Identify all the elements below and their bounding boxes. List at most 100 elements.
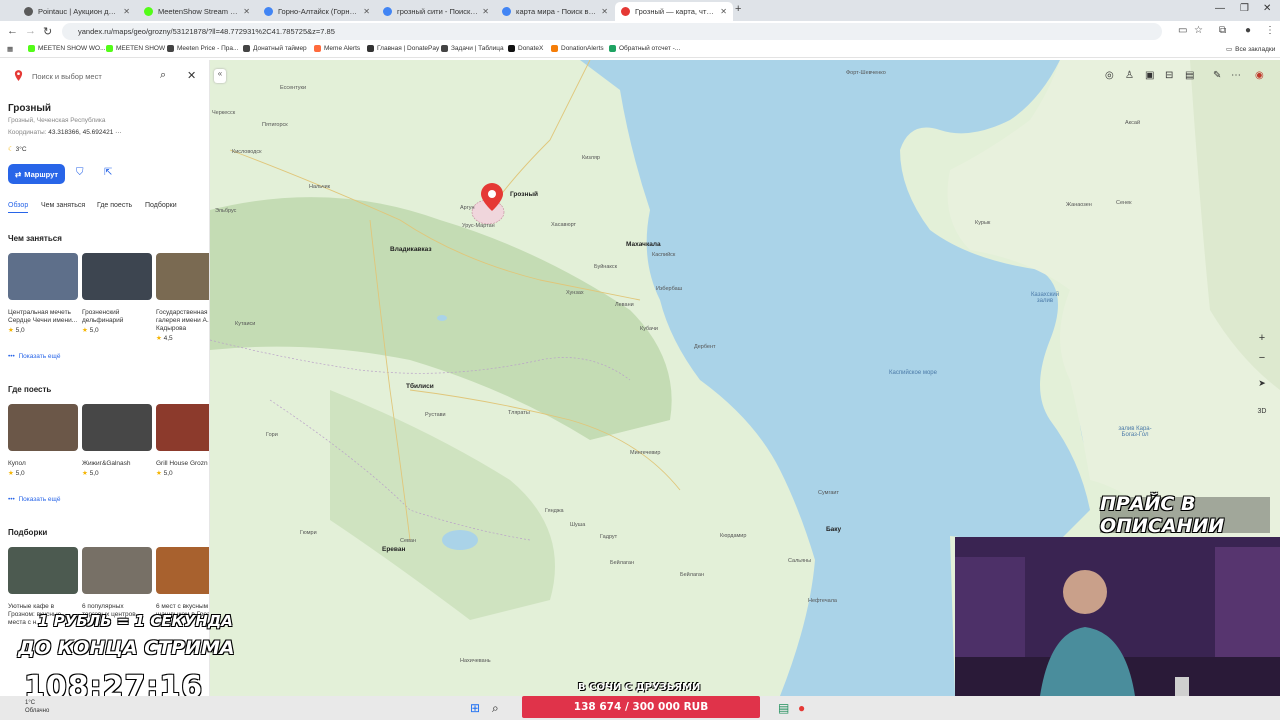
zoom-out-button[interactable]: − <box>1255 352 1269 366</box>
map-label: Левани <box>615 302 634 308</box>
place-card[interactable]: Grill House Grozn ★ 5,0 <box>156 404 209 477</box>
tab-food[interactable]: Где поесть <box>97 202 132 209</box>
bookmark-label: DonateX <box>518 45 544 52</box>
collection-card[interactable]: 6 мест с вкусным шашлыком в Грозном <box>156 547 209 619</box>
show-more-label: Показать ещё <box>18 496 61 503</box>
windows-start-icon[interactable]: ⊞ <box>470 701 480 715</box>
bookmark-item[interactable]: DonationAlerts <box>551 45 604 52</box>
bookmark-item[interactable]: Meeten Price - Пра... <box>167 45 238 52</box>
browser-tab-active[interactable]: Грозный — карта, что посмот✕ <box>615 2 733 21</box>
app-icon[interactable]: ● <box>798 701 805 715</box>
close-icon[interactable]: ✕ <box>187 69 196 82</box>
transport-icon[interactable]: ⊟ <box>1165 70 1173 81</box>
place-card[interactable]: Жижиг&Galnash ★ 5,0 <box>82 404 152 477</box>
url-field[interactable]: yandex.ru/maps/geo/grozny/53121878/?ll=4… <box>62 23 1162 40</box>
bookmark-label: Meeten Price - Пра... <box>177 45 239 52</box>
extensions-icon[interactable]: ⧉ <box>1219 25 1226 36</box>
tab-collections[interactable]: Подборки <box>145 202 177 209</box>
back-icon[interactable]: ← <box>7 25 18 37</box>
route-button[interactable]: ⇄ Маршрут <box>8 164 65 184</box>
traffic-icon[interactable]: ♙ <box>1125 70 1134 81</box>
search-box[interactable]: Поиск и выбор мест ⌕ ✕ <box>8 66 202 86</box>
bookmark-item[interactable]: Главная | DonatePay <box>367 45 439 52</box>
search-icon[interactable]: ⌕ <box>160 69 166 82</box>
more-menu-icon[interactable]: ⋯ <box>1231 70 1241 81</box>
panorama-icon[interactable]: ▤ <box>1185 70 1194 81</box>
layers-icon[interactable]: ◎ <box>1105 70 1114 81</box>
search-input[interactable]: Поиск и выбор мест <box>32 72 102 81</box>
tab-overview[interactable]: Обзор <box>8 202 29 213</box>
bookmark-item[interactable]: Meme Alerts <box>314 45 360 52</box>
map-label: Гадрут <box>600 534 618 540</box>
close-icon[interactable]: ✕ <box>243 7 250 16</box>
map-label: Сальяны <box>788 558 812 564</box>
bookmark-item[interactable]: Обратный отсчет -... <box>609 45 680 52</box>
bookmark-item[interactable]: Донатный таймер <box>243 45 307 52</box>
minimize-icon[interactable]: — <box>1215 3 1225 14</box>
bookmark-item[interactable]: Задачи | Таблица <box>441 45 504 52</box>
weather-row: ☾ 3°C <box>8 145 27 153</box>
more-dots-icon[interactable]: ··· <box>115 129 122 136</box>
close-window-icon[interactable]: ✕ <box>1263 3 1271 14</box>
cast-icon[interactable]: ▭ <box>1178 25 1187 36</box>
city-label: Махачкала <box>626 241 661 248</box>
browser-tab[interactable]: MeetenShow Stream - Watch I ✕ <box>138 2 256 21</box>
bookmark-favicon <box>167 45 174 52</box>
bookmark-item[interactable]: MEETEN SHOW <box>106 45 165 52</box>
show-more-link[interactable]: ••• Показать ещё <box>8 496 60 503</box>
share-icon[interactable]: ⇱ <box>104 167 112 178</box>
locate-me-icon[interactable]: ➤ <box>1255 378 1269 392</box>
place-card[interactable]: Грозненский дельфинарий ★ 5,0 <box>82 253 152 334</box>
3d-button[interactable]: 3D <box>1255 408 1269 422</box>
stream-caption: В СОЧИ С ДРУЗЬЯМИ <box>578 682 701 693</box>
place-card[interactable]: Купол ★ 5,0 <box>8 404 78 477</box>
bookmark-item[interactable]: MEETEN SHOW WO... <box>28 45 106 52</box>
tab-title: Горно-Алтайск (Горный Алтай <box>278 7 360 16</box>
bookmark-favicon <box>28 45 35 52</box>
maximize-icon[interactable]: ❐ <box>1240 3 1249 14</box>
bookmark-label: Донатный таймер <box>253 45 307 52</box>
show-more-link[interactable]: ••• Показать ещё <box>8 353 60 360</box>
ruler-icon[interactable]: ✎ <box>1213 70 1221 81</box>
zoom-in-button[interactable]: + <box>1255 332 1269 346</box>
close-icon[interactable]: ✕ <box>482 7 489 16</box>
profile-avatar[interactable]: ● <box>1245 25 1251 36</box>
browser-tab[interactable]: карта мира - Поиск в Google ✕ <box>496 2 614 21</box>
coords-value[interactable]: 43.318366, 45.692421 <box>48 129 113 136</box>
browser-tab[interactable]: Pointauc | Аукцион для стрим ✕ <box>18 2 136 21</box>
close-icon[interactable]: ✕ <box>123 7 130 16</box>
menu-dots-icon[interactable]: ⋮ <box>1265 25 1275 36</box>
close-icon[interactable]: ✕ <box>601 7 608 16</box>
close-icon[interactable]: ✕ <box>720 7 727 16</box>
bookmark-favicon <box>367 45 374 52</box>
camera-icon[interactable]: ▣ <box>1145 70 1154 81</box>
user-avatar[interactable]: ◉ <box>1255 70 1264 81</box>
apps-grid-icon[interactable]: ▦ <box>7 45 13 53</box>
star-icon: ★ <box>156 335 162 342</box>
all-bookmarks[interactable]: ▭ Все закладки <box>1226 45 1275 54</box>
browser-tab[interactable]: Горно-Алтайск (Горный Алтай✕ <box>258 2 376 21</box>
new-tab-button[interactable]: + <box>735 3 741 15</box>
forward-icon[interactable]: → <box>25 25 36 37</box>
bookmark-item[interactable]: DonateX <box>508 45 543 52</box>
place-name: Грозненский дельфинарий <box>82 309 124 324</box>
rating-value: 5,0 <box>163 470 173 477</box>
collection-card[interactable]: 6 популярных торговых центров <box>82 547 152 619</box>
place-rating: ★ 5,0 <box>8 469 78 477</box>
bookmark-star-icon[interactable]: ☆ <box>1194 25 1203 36</box>
search-icon[interactable]: ⌕ <box>492 701 499 716</box>
collapse-panel-button[interactable]: « <box>214 69 226 83</box>
place-rating: ★ 5,0 <box>82 469 152 477</box>
bookmark-icon[interactable]: ⛉ <box>76 167 84 178</box>
app-icon[interactable]: ▤ <box>778 701 789 715</box>
bookmark-favicon <box>609 45 616 52</box>
location-pin-icon[interactable] <box>480 183 504 211</box>
pin-label[interactable]: Грозный <box>510 191 538 198</box>
place-card[interactable]: Государственная галерея имени А.А. Кадыр… <box>156 253 209 342</box>
map-label: Кюрдамир <box>720 533 747 539</box>
tab-activities[interactable]: Чем заняться <box>41 202 85 209</box>
close-icon[interactable]: ✕ <box>363 7 370 16</box>
place-card[interactable]: Центральная мечеть Сердце Чечни имени...… <box>8 253 78 334</box>
reload-icon[interactable]: ↻ <box>43 25 52 38</box>
browser-tab[interactable]: грозный сити - Поиск в Goog ✕ <box>377 2 495 21</box>
